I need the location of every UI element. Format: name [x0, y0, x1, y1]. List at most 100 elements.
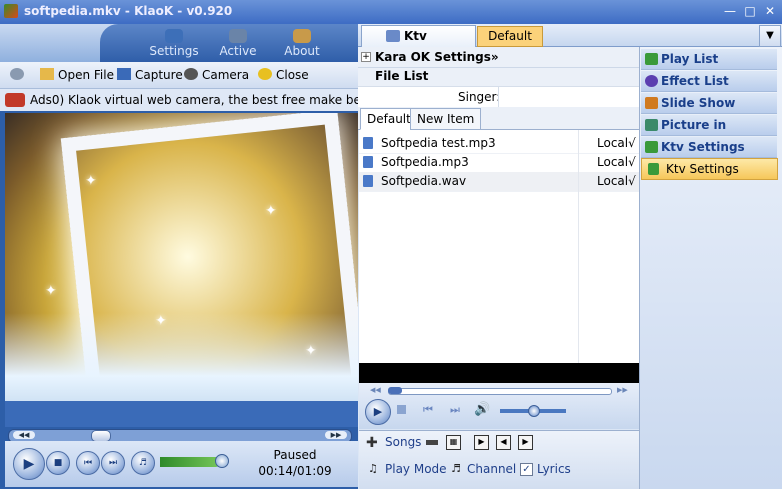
mini-next-button[interactable]: ⏭: [450, 403, 460, 417]
music-file-icon: [363, 156, 373, 168]
capture-icon: [117, 68, 131, 80]
window-title: softpedia.mkv - KlaoK - v0.920: [24, 4, 233, 18]
ad-banner[interactable]: Ads0) Klaok virtual web camera, the best…: [0, 89, 358, 111]
camera-button[interactable]: Camera: [184, 67, 249, 83]
video-view[interactable]: ✦ ✦ ✦ ✦ ✦: [5, 113, 358, 401]
volume-slider[interactable]: [160, 457, 222, 467]
camera-label: Camera: [202, 68, 250, 82]
add-icon[interactable]: ✚: [366, 435, 378, 451]
side-item-label: Effect List: [661, 74, 729, 88]
sparkle-icon: ✦: [305, 343, 317, 359]
remove-icon[interactable]: [426, 440, 438, 445]
capture-label: Capture: [135, 68, 183, 82]
sparkle-icon: ✦: [155, 313, 167, 329]
paperclip-icon: [386, 30, 400, 42]
play-mode-button[interactable]: Play Mode: [385, 462, 447, 476]
close-icon[interactable]: ✕: [762, 4, 778, 18]
ad-text: Ads0) Klaok virtual web camera, the best…: [30, 93, 358, 107]
playback-state: Paused: [273, 448, 317, 462]
home-icon: [293, 29, 311, 43]
dropdown-button[interactable]: ▼: [759, 25, 781, 47]
column-divider: [578, 130, 579, 363]
previous-button[interactable]: ⏮: [76, 451, 100, 475]
expand-icon[interactable]: +: [361, 52, 371, 62]
list-view-icon[interactable]: ▦: [446, 435, 461, 450]
lyrics-checkbox[interactable]: ✓: [520, 463, 533, 476]
tab-label: Settings: [149, 44, 199, 58]
playback-time: 00:14/01:09: [258, 464, 332, 478]
playlist-icon: [645, 53, 658, 65]
close-file-button[interactable]: Close: [258, 67, 309, 83]
effect-icon: [645, 75, 658, 87]
forward-icon[interactable]: ▶▶: [325, 431, 347, 439]
folder-icon: [40, 68, 54, 80]
singer-label: Singer:: [458, 90, 501, 104]
mini-play-button[interactable]: ▶: [365, 399, 391, 425]
next-button[interactable]: ⏭: [101, 451, 125, 475]
record-icon[interactable]: [10, 67, 28, 83]
sparkle-icon: ✦: [85, 173, 97, 189]
playback-status: Paused 00:14/01:09: [256, 447, 334, 479]
active-icon: [229, 29, 247, 43]
ktv-sub-icon: [648, 163, 659, 175]
mini-forward-icon[interactable]: ▶▶: [617, 386, 628, 394]
title-bar: softpedia.mkv - KlaoK - v0.920 — □ ✕: [0, 0, 782, 24]
side-item-picture-in-picture[interactable]: Picture in Picture: [641, 115, 777, 152]
megaphone-icon: [5, 93, 25, 107]
mini-seek-bar[interactable]: [388, 388, 612, 395]
side-item-slide-show[interactable]: Slide Show: [641, 93, 777, 114]
capture-button[interactable]: Capture: [117, 67, 183, 83]
mini-stop-button[interactable]: [397, 405, 406, 414]
file-table: Softpedia test.mp3 Local√ Softpedia.mp3 …: [359, 130, 639, 363]
play-mode-loop-icon[interactable]: ▶: [518, 435, 533, 450]
stop-button[interactable]: ■: [46, 451, 70, 475]
tab-about[interactable]: About: [272, 29, 332, 59]
open-file-button[interactable]: Open File: [40, 67, 114, 83]
side-item-play-list[interactable]: Play List: [641, 49, 777, 70]
table-row[interactable]: Softpedia.wav Local√: [359, 172, 639, 192]
play-button[interactable]: ▶: [13, 448, 45, 480]
music-file-icon: [363, 137, 373, 149]
volume-icon[interactable]: ♬: [131, 451, 155, 475]
side-subitem-ktv-settings[interactable]: Ktv Settings: [641, 158, 778, 180]
tab-new-item[interactable]: New Item: [410, 108, 482, 130]
side-item-effect-list[interactable]: Effect List: [641, 71, 777, 92]
mini-previous-button[interactable]: ⏮: [423, 403, 433, 417]
mini-seek-thumb[interactable]: [388, 387, 402, 394]
camera-icon: [184, 68, 198, 80]
pip-icon: [645, 119, 658, 131]
side-item-ktv-settings[interactable]: Ktv Settings: [641, 137, 777, 158]
table-row[interactable]: Softpedia.mp3 Local√: [359, 153, 639, 173]
mini-volume-icon[interactable]: 🔊: [474, 402, 490, 417]
file-name: Softpedia.wav: [381, 174, 467, 188]
mini-volume-thumb[interactable]: [528, 405, 540, 417]
list-tabs: Default New Item: [358, 107, 639, 130]
maximize-icon[interactable]: □: [742, 4, 758, 18]
play-mode-back-icon[interactable]: ◀: [496, 435, 511, 450]
table-row[interactable]: Softpedia test.mp3 Local√: [359, 134, 639, 154]
rewind-icon[interactable]: ◀◀: [13, 431, 35, 439]
singer-row: Singer:: [358, 86, 639, 108]
close-label: Close: [276, 68, 309, 82]
tab-active[interactable]: Active: [208, 29, 268, 59]
app-icon: [4, 4, 18, 18]
tab-settings[interactable]: Settings: [144, 29, 204, 59]
singer-field[interactable]: [498, 87, 639, 107]
preset-tab[interactable]: Default (0): [477, 26, 543, 62]
kara-ok-section[interactable]: + Kara OK Settings»: [358, 47, 639, 68]
file-list-label: File List: [375, 69, 429, 83]
play-mode-single-icon[interactable]: ▶: [474, 435, 489, 450]
lyrics-display: [359, 363, 639, 383]
channel-icon: ♬: [451, 462, 461, 475]
lyrics-label[interactable]: Lyrics: [537, 462, 571, 476]
mini-rewind-icon[interactable]: ◀◀: [370, 386, 381, 394]
songs-button[interactable]: Songs: [385, 435, 421, 449]
toolbar: Open File Capture Camera Close: [0, 62, 358, 89]
slideshow-icon: [645, 97, 658, 109]
tab-label: Active: [219, 44, 257, 58]
file-name: Softpedia test.mp3: [381, 136, 496, 150]
minimize-icon[interactable]: —: [722, 4, 738, 18]
file-name: Softpedia.mp3: [381, 155, 469, 169]
tab-ktv-settings[interactable]: Ktv Settings: [361, 25, 476, 63]
channel-button[interactable]: Channel: [467, 462, 516, 476]
